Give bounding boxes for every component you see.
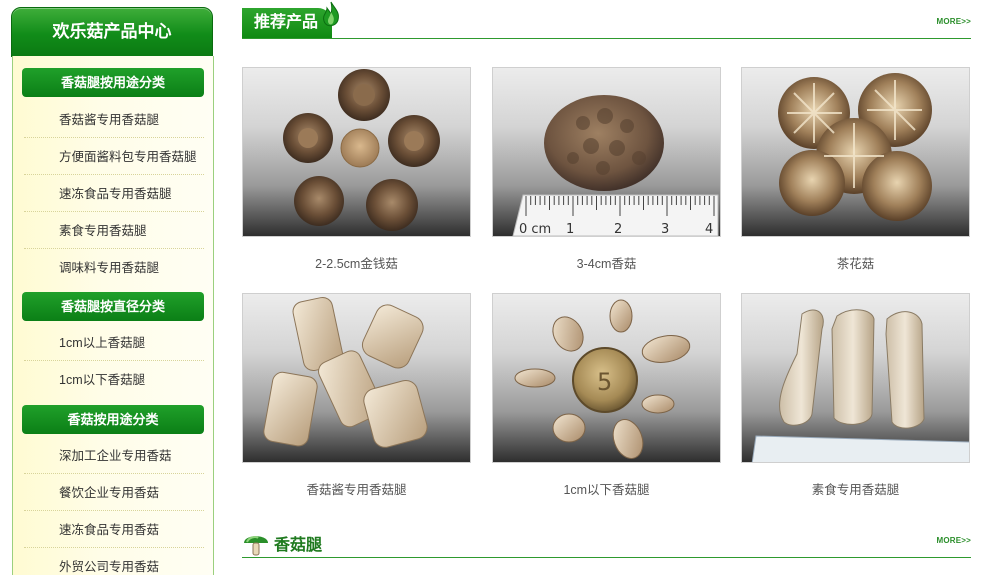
long-stems-ruler-photo[interactable] (741, 293, 970, 463)
sidebar-item-sauce-stems[interactable]: 香菇酱专用香菇腿 (24, 102, 204, 138)
category-header-stems-by-use[interactable]: 香菇腿按用途分类 (22, 68, 204, 97)
mushroom-stems-photo[interactable] (242, 293, 471, 463)
product-name[interactable]: 素食专用香菇腿 (741, 479, 970, 498)
sidebar-item-export-mushroom[interactable]: 外贸公司专用香菇 (24, 549, 204, 585)
ruler-label: 2 (614, 222, 622, 237)
sidebar-item-frozen-mushroom[interactable]: 速冻食品专用香菇 (24, 512, 204, 548)
product-name[interactable]: 3-4cm香菇 (492, 253, 721, 272)
product-name[interactable]: 香菇酱专用香菇腿 (242, 479, 471, 498)
product-card[interactable]: 2-2.5cm金钱菇 (242, 67, 472, 277)
sidebar: 欢乐菇产品中心 香菇腿按用途分类 香菇酱专用香菇腿 方便面酱料包专用香菇腿 速冻… (0, 0, 222, 575)
category-header-stems-by-diameter[interactable]: 香菇腿按直径分类 (22, 292, 204, 321)
sidebar-item-vegetarian-stems[interactable]: 素食专用香菇腿 (24, 213, 204, 249)
photo-graphic: 5 (514, 299, 691, 459)
product-name[interactable]: 1cm以下香菇腿 (492, 479, 721, 498)
shiitake-with-ruler-photo[interactable]: 0 cm 1 2 3 4 (492, 67, 721, 237)
product-card[interactable]: 香菇酱专用香菇腿 (242, 293, 472, 503)
sidebar-item-processing-mushroom[interactable]: 深加工企业专用香菇 (24, 438, 204, 474)
sidebar-item-noodle-stems[interactable]: 方便面酱料包专用香菇腿 (24, 139, 204, 175)
recommended-header: 推荐产品 MORE>> (242, 0, 971, 39)
sidebar-item-stems-over-1cm[interactable]: 1cm以上香菇腿 (24, 325, 204, 361)
photo-graphic (283, 69, 440, 231)
photo-graphic: 0 cm 1 2 3 4 (512, 95, 719, 237)
flame-icon (323, 1, 339, 27)
product-card[interactable]: 0 cm 1 2 3 4 3-4cm香菇 (492, 67, 722, 277)
product-card[interactable]: 茶花菇 (741, 67, 971, 277)
category-header-mushroom-by-use[interactable]: 香菇按用途分类 (22, 405, 204, 434)
sidebar-item-catering-mushroom[interactable]: 餐饮企业专用香菇 (24, 475, 204, 511)
recommended-title-tab: 推荐产品 (242, 1, 339, 38)
sidebar-item-seasoning-stems[interactable]: 调味料专用香菇腿 (24, 250, 204, 286)
stems-section-title: 香菇腿 (274, 537, 323, 554)
ruler-label: 3 (661, 222, 669, 237)
product-name[interactable]: 茶花菇 (741, 253, 970, 272)
coin-label: 5 (597, 368, 612, 396)
sidebar-item-stems-under-1cm[interactable]: 1cm以下香菇腿 (24, 362, 204, 398)
photo-graphic (778, 73, 932, 221)
photo-graphic (751, 309, 969, 462)
sidebar-item-frozen-stems[interactable]: 速冻食品专用香菇腿 (24, 176, 204, 212)
stems-more-link[interactable]: MORE>> (936, 536, 971, 545)
recommended-more-link[interactable]: MORE>> (936, 17, 971, 26)
recommended-title: 推荐产品 (254, 14, 319, 31)
flower-mushroom-photo[interactable] (741, 67, 970, 237)
product-card[interactable]: 5 1cm以下香菇腿 (492, 293, 722, 503)
ruler-label: 4 (705, 222, 713, 237)
product-name[interactable]: 2-2.5cm金钱菇 (242, 253, 471, 272)
shiitake-coins-photo[interactable] (242, 67, 471, 237)
product-card[interactable]: 素食专用香菇腿 (741, 293, 971, 503)
ruler-label: 1 (566, 222, 574, 237)
mushroom-icon (244, 536, 268, 556)
stems-section-header: 香菇腿 MORE>> (242, 519, 971, 558)
small-stems-coin-photo[interactable]: 5 (492, 293, 721, 463)
sidebar-title: 欢乐菇产品中心 (11, 7, 213, 57)
ruler-label: 0 cm (519, 222, 551, 237)
photo-graphic (263, 296, 428, 448)
